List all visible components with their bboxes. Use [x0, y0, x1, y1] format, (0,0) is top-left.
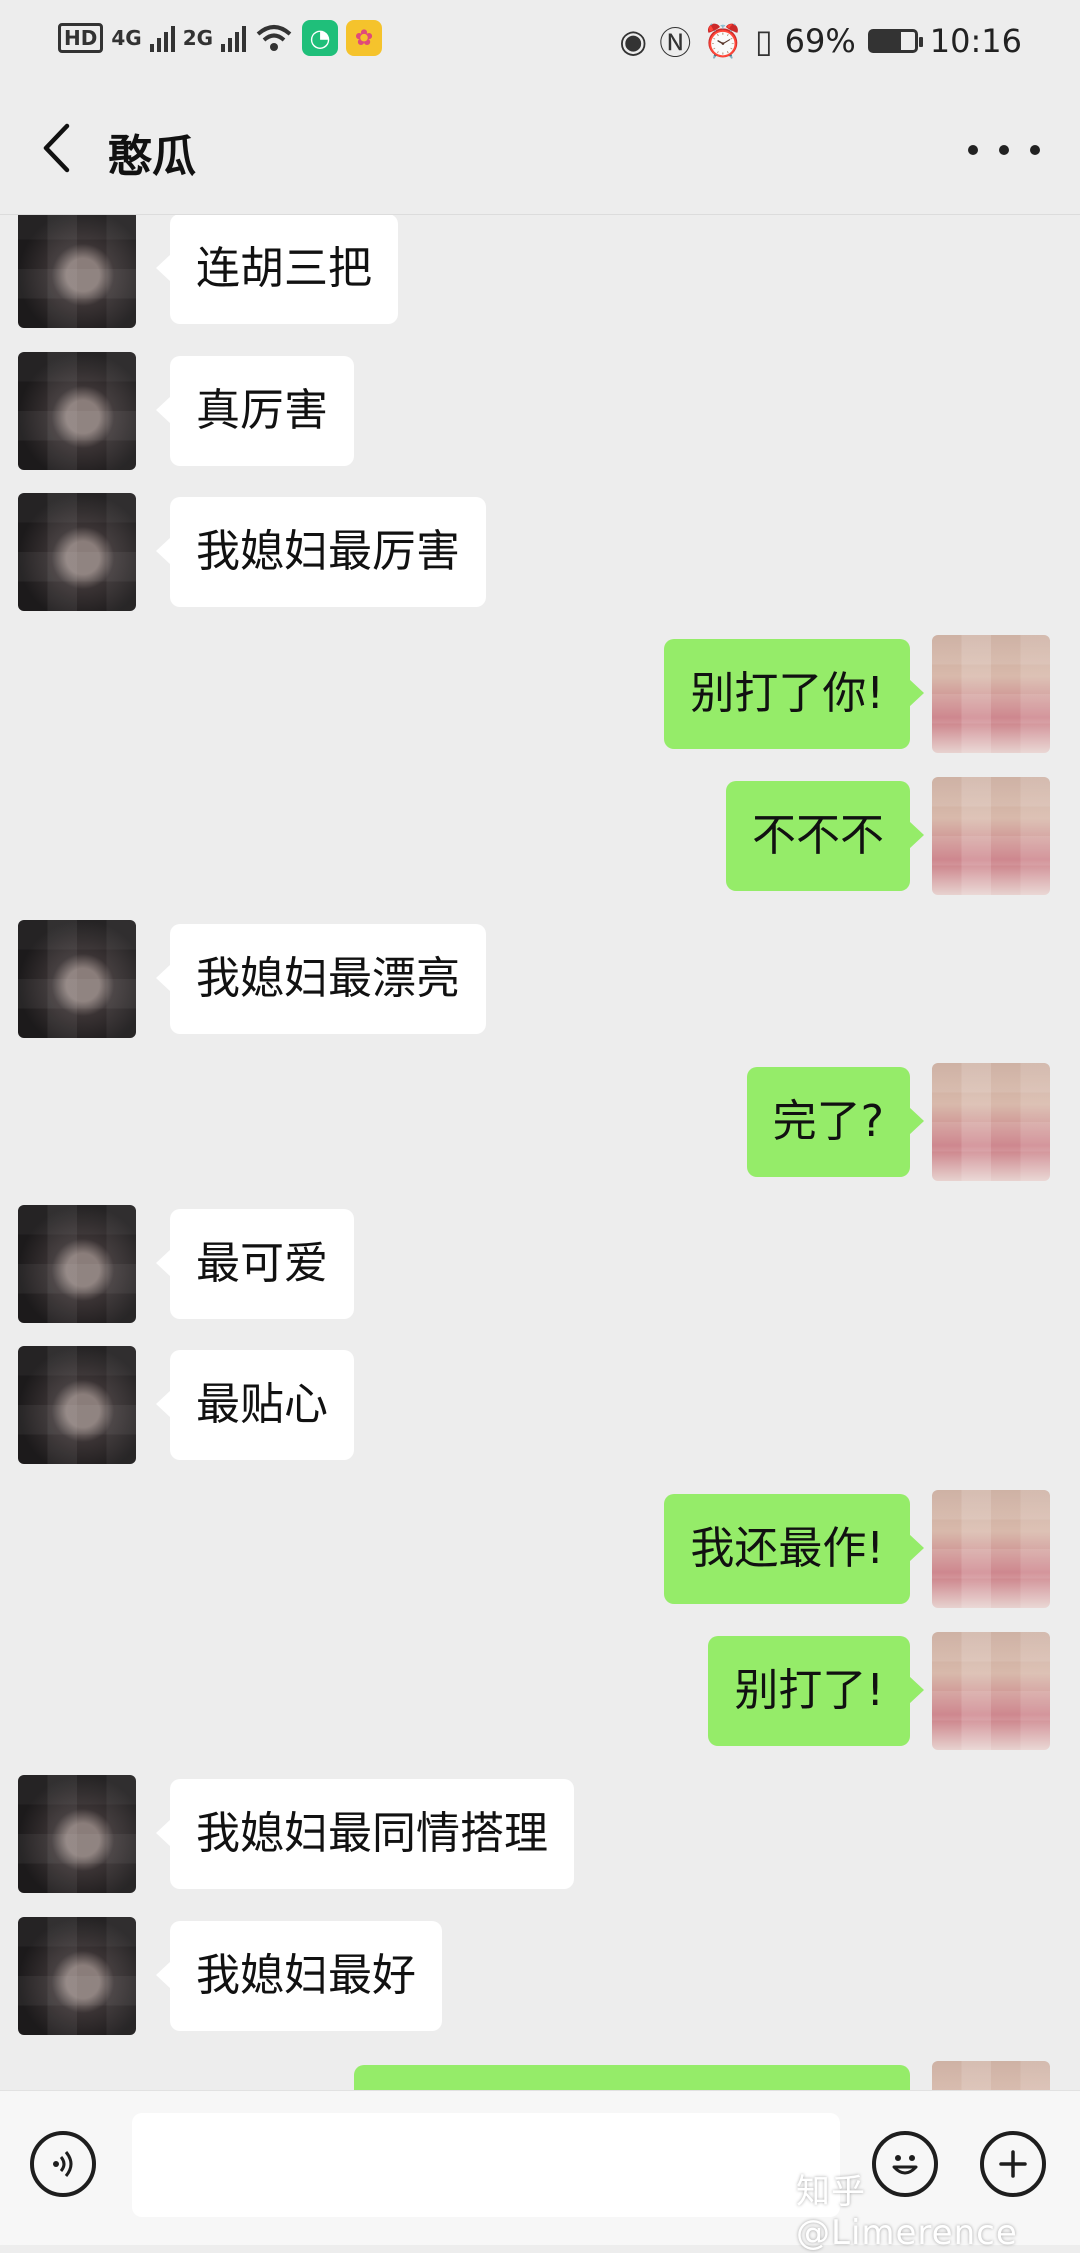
message-row: 我媳妇最好: [0, 1917, 1080, 2037]
contact-avatar[interactable]: [18, 352, 136, 470]
contact-avatar[interactable]: [18, 1917, 136, 2035]
message-row: 别打了你!: [0, 635, 1080, 755]
eye-icon: ◉: [619, 22, 648, 60]
message-bubble[interactable]: 最贴心: [156, 1350, 354, 1460]
message-row: 我媳妇最同情搭理: [0, 1775, 1080, 1895]
self-avatar[interactable]: [932, 1632, 1050, 1750]
contact-avatar[interactable]: [18, 215, 136, 328]
message-bubble[interactable]: 真厉害: [156, 356, 354, 466]
voice-icon: [53, 2151, 73, 2177]
self-avatar[interactable]: [932, 1490, 1050, 1608]
message-row: 真厉害: [0, 352, 1080, 472]
message-bubble[interactable]: 别打了!: [708, 1636, 924, 1746]
app-notification-icon: ◔: [302, 20, 339, 56]
message-row: 我还最作!: [0, 1490, 1080, 1610]
message-row: 我媳妇最漂亮: [0, 920, 1080, 1040]
message-row: [0, 2061, 1080, 2090]
message-bubble[interactable]: 别打了你!: [664, 639, 924, 749]
message-row: 我媳妇最厉害: [0, 493, 1080, 613]
message-row: 最可爱: [0, 1205, 1080, 1325]
contact-avatar[interactable]: [18, 1205, 136, 1323]
voice-button[interactable]: [30, 2131, 96, 2197]
alarm-icon: ⏰: [703, 22, 744, 60]
battery-icon: [867, 29, 923, 53]
message-bubble[interactable]: 我还最作!: [664, 1494, 924, 1604]
battery-percent: 69%: [784, 22, 856, 60]
more-dots-icon: [968, 145, 978, 155]
self-avatar[interactable]: [932, 777, 1050, 895]
signal-2g-label: 2G: [182, 26, 214, 50]
self-avatar[interactable]: [932, 1063, 1050, 1181]
status-left-group: HD 4G 2G ◔ ✿: [58, 20, 383, 56]
clock: 10:16: [929, 22, 1022, 60]
wifi-icon: [256, 25, 292, 51]
message-bubble[interactable]: 完了?: [746, 1067, 925, 1177]
chat-header: 憨瓜: [0, 82, 1080, 215]
more-options-button[interactable]: [968, 132, 1040, 168]
signal-4g-icon: [149, 24, 175, 52]
nfc-icon: Ⓝ: [659, 24, 692, 62]
message-list[interactable]: 连胡三把 真厉害 我媳妇最厉害 别打了你! 不不不 我媳妇最漂亮 完了? 最可爱…: [0, 215, 1080, 2090]
contact-avatar[interactable]: [18, 1775, 136, 1893]
message-bubble[interactable]: 连胡三把: [156, 215, 398, 324]
chevron-left-icon: [43, 123, 70, 173]
contact-avatar[interactable]: [18, 493, 136, 611]
chat-title: 憨瓜: [108, 131, 196, 182]
zhihu-watermark: 知乎 @Limerence: [796, 2172, 1018, 2253]
hd-icon: HD: [58, 23, 104, 53]
status-right-group: ◉ Ⓝ ⏰ ▯ 69% 10:16: [619, 18, 1022, 64]
contact-avatar[interactable]: [18, 920, 136, 1038]
message-row: 连胡三把: [0, 215, 1080, 330]
message-row: 别打了!: [0, 1632, 1080, 1752]
message-row: 不不不: [0, 777, 1080, 897]
message-bubble[interactable]: 我媳妇最同情搭理: [156, 1779, 574, 1889]
status-bar: HD 4G 2G ◔ ✿ ◉ Ⓝ ⏰ ▯ 69% 10:16: [0, 0, 1080, 82]
message-bubble[interactable]: 最可爱: [156, 1209, 354, 1319]
back-button[interactable]: [28, 116, 84, 180]
message-row: 完了?: [0, 1063, 1080, 1183]
message-row: 最贴心: [0, 1346, 1080, 1466]
contact-avatar[interactable]: [18, 1346, 136, 1464]
vibrate-icon: ▯: [755, 22, 773, 60]
message-bubble[interactable]: 我媳妇最好: [156, 1921, 442, 2031]
signal-2g-icon: [221, 24, 247, 52]
battery-level-fill: [870, 32, 902, 50]
message-bubble-partial[interactable]: [354, 2065, 910, 2090]
signal-4g-label: 4G: [111, 26, 142, 50]
message-bubble[interactable]: 我媳妇最漂亮: [156, 924, 486, 1034]
self-avatar[interactable]: [932, 635, 1050, 753]
app-notification-icon: ✿: [346, 20, 383, 56]
message-bubble[interactable]: 不不不: [726, 781, 924, 891]
self-avatar[interactable]: [932, 2061, 1050, 2090]
message-bubble[interactable]: 我媳妇最厉害: [156, 497, 486, 607]
message-input[interactable]: [132, 2113, 840, 2217]
